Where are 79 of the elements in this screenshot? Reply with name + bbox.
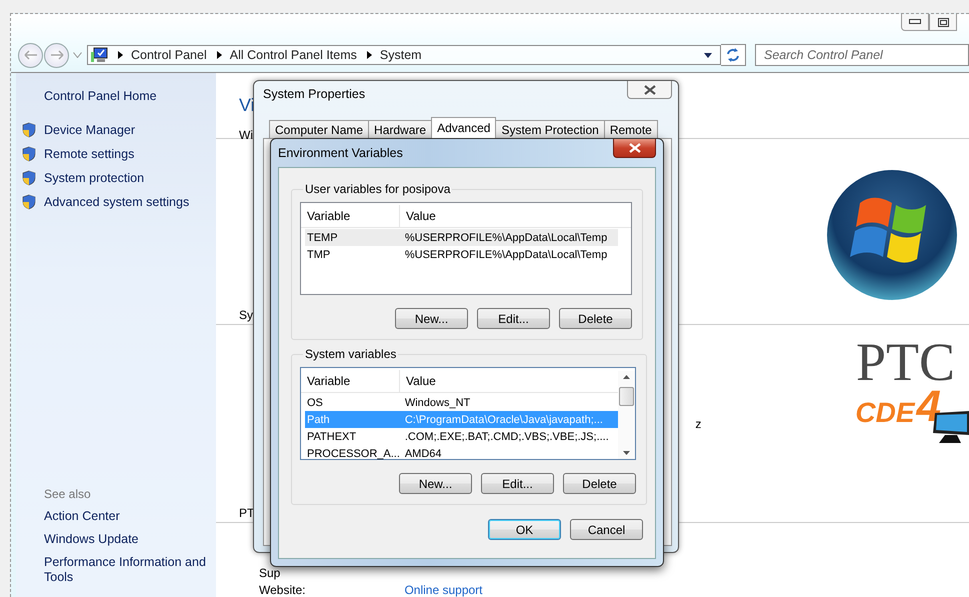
- scroll-down-icon[interactable]: [623, 451, 630, 455]
- close-button[interactable]: [627, 81, 672, 99]
- shield-icon: [22, 194, 36, 210]
- sidebar-link[interactable]: System protection: [44, 171, 144, 185]
- list-row[interactable]: OS Windows_NT: [305, 394, 618, 411]
- cancel-button[interactable]: Cancel: [570, 519, 643, 540]
- sidebar-link[interactable]: Device Manager: [44, 123, 136, 137]
- dialog-button[interactable]: New...: [395, 308, 468, 329]
- field-label: Website:: [259, 583, 306, 597]
- sidebar-link[interactable]: Windows Update: [44, 532, 216, 547]
- dialog-title: System Properties: [263, 87, 366, 101]
- list-row[interactable]: TEMP %USERPROFILE%\AppData\Local\Temp: [305, 229, 618, 246]
- restore-icon: [938, 18, 948, 26]
- description-text: Wi: [239, 128, 253, 142]
- chevron-icon: [366, 51, 372, 60]
- shield-icon: [22, 170, 36, 186]
- caret-icon[interactable]: [704, 52, 712, 58]
- shield-icon: [22, 122, 36, 138]
- sidebar-link[interactable]: Remote settings: [44, 147, 134, 161]
- forward-arrow-icon: [50, 50, 64, 60]
- tab[interactable]: Computer Name: [269, 120, 370, 138]
- dialog-button[interactable]: New...: [399, 473, 472, 494]
- list-row[interactable]: PROCESSOR_A... AMD64: [305, 445, 618, 462]
- column-header[interactable]: Variable: [301, 370, 400, 392]
- ok-button[interactable]: OK: [488, 519, 561, 540]
- minimize-button[interactable]: [901, 14, 929, 31]
- section-title: See also: [44, 487, 92, 501]
- refresh-icon: [726, 48, 740, 62]
- sidebar-link[interactable]: Advanced system settings: [44, 195, 190, 209]
- computer-icon: [90, 47, 108, 64]
- windows-logo-icon: [826, 168, 958, 300]
- dialog-button[interactable]: Edit...: [481, 473, 554, 494]
- sidebar-link[interactable]: Control Panel Home: [44, 89, 216, 103]
- dialog-title: Environment Variables: [278, 146, 403, 160]
- breadcrumb-item[interactable]: All Control Panel Items: [230, 48, 357, 62]
- back-arrow-icon: [24, 50, 38, 60]
- chevron-icon: [118, 51, 123, 60]
- column-header[interactable]: Value: [400, 370, 618, 392]
- dialog-button[interactable]: Edit...: [477, 308, 550, 329]
- variables-list[interactable]: Variable Value OS Windows_NT Path C:\ProgramData\Oracle\Java\javapath;... PATHEXT .COM;.EXE;.BAT;.CMD;.VBS;.VBE;.JS;.... PROCESSOR_A... AMD64: [300, 367, 636, 460]
- dropdown-icon[interactable]: [73, 52, 82, 58]
- dialog-button[interactable]: Delete: [559, 308, 632, 329]
- breadcrumb-item[interactable]: System: [380, 48, 422, 62]
- variables-list[interactable]: Variable Value TEMP %USERPROFILE%\AppData\Local\Temp TMP %USERPROFILE%\AppData\Local\Temp: [300, 202, 632, 295]
- close-icon: [644, 84, 656, 94]
- sidebar-link[interactable]: Action Center: [44, 509, 216, 524]
- list-row[interactable]: TMP %USERPROFILE%\AppData\Local\Temp: [305, 246, 618, 263]
- speed-text: z: [695, 416, 702, 430]
- tab[interactable]: System Protection: [495, 120, 605, 138]
- shield-icon: [22, 146, 36, 162]
- scroll-thumb[interactable]: [619, 387, 634, 406]
- support-link[interactable]: Online support: [404, 583, 483, 597]
- section-heading: PT: [239, 506, 254, 520]
- scrollbar[interactable]: [618, 371, 635, 459]
- chevron-icon: [216, 51, 222, 60]
- refresh-button[interactable]: [721, 44, 746, 66]
- logo-text: PTC: [856, 339, 955, 385]
- tab[interactable]: Advanced: [431, 117, 496, 138]
- maximize-button[interactable]: [929, 14, 957, 31]
- section-heading: Sy: [239, 308, 254, 322]
- logo-text: CDE: [855, 399, 915, 427]
- group-title: System variables: [304, 347, 398, 361]
- tab[interactable]: Hardware: [368, 120, 432, 138]
- minimize-icon: [909, 19, 921, 25]
- tab[interactable]: Remote: [604, 120, 658, 138]
- address-bar[interactable]: Control Panel All Control Panel Items System: [87, 45, 721, 66]
- logo-text: 4: [916, 387, 941, 427]
- sidebar-link[interactable]: Performance Information and Tools: [44, 555, 216, 585]
- dialog-button[interactable]: Delete: [563, 473, 636, 494]
- group-title: User variables for posipova: [304, 182, 452, 196]
- column-header[interactable]: Value: [400, 205, 618, 227]
- list-row[interactable]: PATHEXT .COM;.EXE;.BAT;.CMD;.VBS;.VBE;.JS;....: [305, 428, 618, 445]
- search-field[interactable]: Search Control Panel: [755, 44, 969, 66]
- scroll-up-icon[interactable]: [623, 375, 630, 379]
- column-header[interactable]: Variable: [301, 205, 400, 227]
- close-icon: [628, 143, 640, 153]
- field-label: Sup: [259, 566, 282, 580]
- breadcrumb-item[interactable]: Control Panel: [131, 48, 207, 62]
- close-button[interactable]: [613, 139, 656, 158]
